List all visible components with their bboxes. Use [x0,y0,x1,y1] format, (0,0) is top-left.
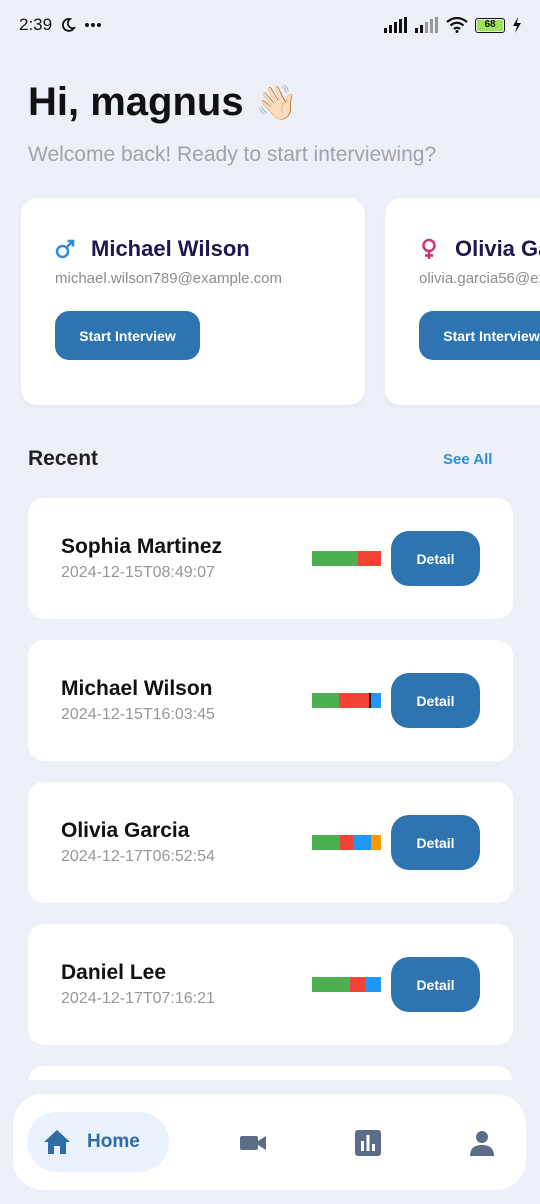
score-segment [371,835,381,850]
score-segment [365,977,381,992]
score-segment [349,977,366,992]
male-icon [55,239,75,259]
video-camera-icon[interactable] [239,1129,267,1157]
interview-name: Daniel Lee [61,961,167,984]
more-dots-icon [85,23,102,27]
recent-list[interactable]: Sophia Martinez 2024-12-15T08:49:07 Deta… [0,498,540,1080]
status-bar: 2:39 68 [0,0,540,50]
detail-button[interactable]: Detail [391,815,480,870]
score-segment [312,977,350,992]
detail-button[interactable]: Detail [391,673,480,728]
list-item[interactable]: Olivia Garcia 2024-12-17T06:52:54 Detail [28,782,513,903]
score-bar [312,835,381,850]
score-segment [312,835,340,850]
subtitle: Welcome back! Ready to start interviewin… [28,143,437,166]
score-segment [312,693,339,708]
candidate-name: Olivia Garcia [455,236,540,261]
score-segment [352,835,372,850]
score-segment [312,551,359,566]
interview-date: 2024-12-17T06:52:54 [61,848,215,865]
list-item[interactable] [28,1066,513,1080]
candidate-carousel[interactable]: Michael Wilson michael.wilson789@example… [0,198,540,408]
candidate-card: Michael Wilson michael.wilson789@example… [21,198,365,405]
home-icon [44,1130,70,1154]
list-item[interactable]: Michael Wilson 2024-12-15T16:03:45 Detai… [28,640,513,761]
interview-name: Michael Wilson [61,677,213,700]
signal-icon [415,17,438,33]
candidate-name: Michael Wilson [91,236,250,261]
interview-name: Olivia Garcia [61,819,190,842]
see-all-link[interactable]: See All [443,451,492,468]
score-bar [312,551,381,566]
candidate-email: olivia.garcia56@example.com [419,270,540,287]
score-bar [312,977,381,992]
candidate-email: michael.wilson789@example.com [55,270,282,287]
profile-icon[interactable] [468,1129,496,1157]
moon-icon [62,18,76,32]
bottom-nav: Home [13,1094,526,1190]
interview-date: 2024-12-15T16:03:45 [61,706,215,723]
wifi-icon [446,17,468,33]
battery-level: 68 [477,19,503,31]
score-segment [358,551,381,566]
status-time: 2:39 [19,15,53,34]
nav-home[interactable]: Home [27,1112,169,1172]
list-item[interactable]: Daniel Lee 2024-12-17T07:16:21 Detail [28,924,513,1045]
start-interview-button[interactable]: Start Interview [419,311,540,360]
bar-chart-icon[interactable] [354,1129,382,1157]
score-segment [370,693,381,708]
recent-title: Recent [28,447,99,470]
detail-button[interactable]: Detail [391,531,480,586]
interview-name: Sophia Martinez [61,535,223,558]
wave-emoji: 👋🏻 [255,83,298,122]
interview-date: 2024-12-15T08:49:07 [61,564,215,581]
charging-icon [513,17,521,33]
start-interview-button[interactable]: Start Interview [55,311,200,360]
candidate-card: Olivia Garcia olivia.garcia56@example.co… [385,198,540,405]
signal-icon [384,17,407,33]
list-item[interactable]: Sophia Martinez 2024-12-15T08:49:07 Deta… [28,498,513,619]
greeting: Hi, magnus 👋🏻 [28,80,298,125]
nav-home-label: Home [87,1131,140,1152]
score-bar [312,693,381,708]
battery-icon: 68 [475,17,505,33]
female-icon [422,238,436,259]
greeting-text: Hi, magnus [28,80,244,124]
interview-date: 2024-12-17T07:16:21 [61,990,215,1007]
detail-button[interactable]: Detail [391,957,480,1012]
score-segment [338,693,369,708]
score-segment [339,835,353,850]
